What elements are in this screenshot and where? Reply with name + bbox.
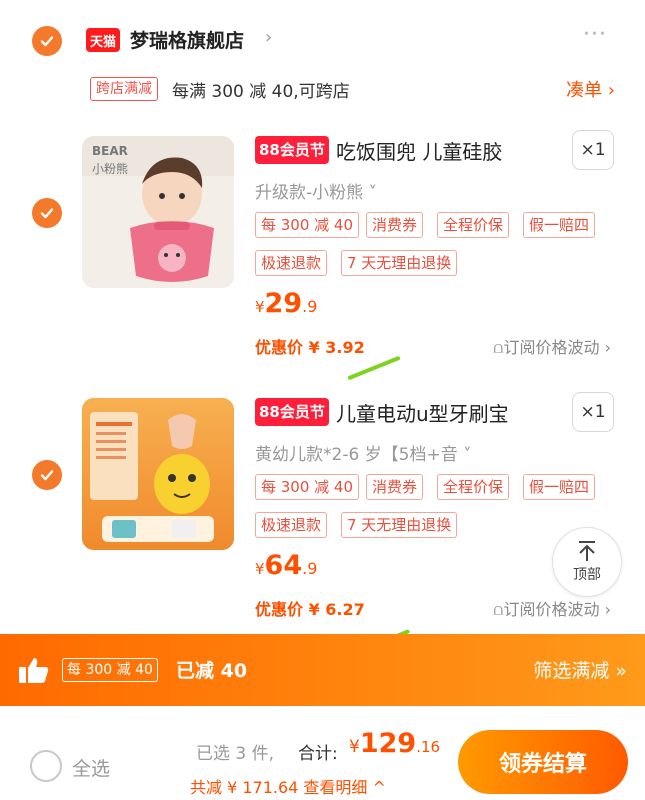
total-currency: ¥: [349, 737, 360, 757]
price-decimal: .9: [302, 297, 318, 316]
price-trend-icon: ⩍: [493, 338, 504, 357]
store-name[interactable]: 梦瑞格旗舰店: [130, 26, 244, 53]
product-title[interactable]: 吃饭围兜 儿童硅胶: [336, 136, 502, 165]
cross-store-tag: 跨店满减: [90, 77, 158, 101]
product-image[interactable]: [82, 398, 234, 550]
store-header: 天猫 梦瑞格旗舰店 › ···: [0, 18, 645, 62]
promo-tag: 7 天无理由退换: [341, 512, 458, 538]
bar-discount-text: 已减 40: [176, 660, 248, 682]
selected-count: 已选 3 件,: [196, 744, 275, 764]
bar-promo-tag: 每 300 减 40: [62, 658, 158, 682]
promo-tag: 消费券: [366, 212, 424, 238]
saved-details-link[interactable]: 共减 ¥ 171.64 查看明细 ^: [190, 774, 386, 798]
member-badge: 88会员节: [255, 136, 329, 164]
discount-summary-bar: 每 300 减 40 已减 40 筛选满减 »: [0, 634, 645, 706]
baby-bib-image: [82, 136, 234, 288]
total-decimal: .16: [416, 738, 441, 756]
select-all-label[interactable]: 全选: [72, 754, 110, 781]
cart-item: BEAR 小粉熊 88会员节 吃饭围兜 儿童硅胶 ×1 升级款-小粉熊 ˅ 每 …: [0, 128, 645, 378]
checkout-button[interactable]: 领券结算: [458, 730, 628, 794]
total-label: 合计:: [298, 744, 338, 764]
sku-selector[interactable]: 黄幼儿款*2-6 岁【5档+音 ˅: [255, 440, 472, 465]
toothbrush-image: [82, 398, 234, 550]
cart-item: 88会员节 儿童电动u型牙刷宝 ×1 黄幼儿款*2-6 岁【5档+音 ˅ 每 3…: [0, 390, 645, 630]
thumb-brand: BEAR: [92, 144, 128, 158]
price-integer: 64: [264, 550, 303, 581]
filter-discount-link[interactable]: 筛选满减 »: [533, 656, 627, 683]
promo-tag: 全程价保: [437, 212, 510, 238]
store-checkbox[interactable]: [32, 26, 62, 56]
back-to-top-button[interactable]: 顶部: [552, 527, 622, 597]
price-trend-icon: ⩍: [493, 600, 504, 619]
discount-price: 优惠价 ¥ 3.92: [255, 338, 365, 357]
total-integer: 129: [359, 728, 417, 759]
subscribe-price-link[interactable]: ⩍订阅价格波动 ›: [493, 334, 611, 358]
promo-tag: 极速退款: [255, 250, 328, 276]
price-decimal: .9: [302, 559, 318, 578]
promo-tag: 假一赔四: [523, 474, 596, 500]
promo-tag: 假一赔四: [523, 212, 596, 238]
promo-tag: 极速退款: [255, 512, 328, 538]
subscribe-label: 订阅价格波动 ›: [503, 600, 612, 619]
total-price: ¥129.16: [349, 728, 440, 759]
sku-selector[interactable]: 升级款-小粉熊 ˅: [255, 178, 377, 203]
subscribe-label: 订阅价格波动 ›: [503, 338, 612, 357]
chevron-right-icon[interactable]: ›: [265, 27, 272, 48]
promo-tag: 消费券: [366, 474, 424, 500]
subscribe-price-link[interactable]: ⩍订阅价格波动 ›: [493, 596, 611, 620]
back-to-top-label: 顶部: [573, 567, 601, 583]
item-checkbox[interactable]: [32, 460, 62, 490]
promo-tag: 7 天无理由退换: [341, 250, 458, 276]
promo-row: 跨店满减 每满 300 减 40,可跨店 凑单 ›: [0, 74, 645, 106]
price-currency: ¥: [255, 298, 265, 316]
promo-tag: 全程价保: [437, 474, 510, 500]
product-price: ¥29.9: [255, 288, 317, 319]
quantity-button[interactable]: ×1: [572, 130, 614, 170]
promo-tag: 每 300 减 40: [255, 474, 360, 500]
item-checkbox[interactable]: [32, 198, 62, 228]
price-currency: ¥: [255, 560, 265, 578]
checkmark-icon: [40, 470, 54, 481]
promo-text: 每满 300 减 40,可跨店: [172, 82, 350, 102]
price-integer: 29: [264, 288, 303, 319]
coudan-link[interactable]: 凑单 ›: [566, 76, 615, 102]
product-price: ¥64.9: [255, 550, 317, 581]
select-all-checkbox[interactable]: [30, 750, 62, 782]
promo-tag: 每 300 减 40: [255, 212, 360, 238]
checkmark-icon: [40, 208, 54, 219]
arrow-up-icon: [579, 541, 595, 561]
more-icon[interactable]: ···: [583, 22, 607, 47]
discount-price: 优惠价 ¥ 6.27: [255, 600, 365, 619]
checkout-footer: 全选 已选 3 件, 合计: ¥129.16 共减 ¥ 171.64 查看明细 …: [0, 706, 645, 800]
cart-page: 天猫 梦瑞格旗舰店 › ··· 跨店满减 每满 300 减 40,可跨店 凑单 …: [0, 0, 645, 800]
quantity-button[interactable]: ×1: [572, 392, 614, 432]
member-badge: 88会员节: [255, 398, 329, 426]
product-image[interactable]: BEAR 小粉熊: [82, 136, 234, 288]
product-title[interactable]: 儿童电动u型牙刷宝: [336, 398, 509, 427]
checkmark-icon: [40, 36, 54, 47]
thumb-sub: 小粉熊: [92, 162, 129, 176]
thumbs-up-icon: [19, 658, 49, 683]
tmall-logo: 天猫: [86, 28, 120, 52]
